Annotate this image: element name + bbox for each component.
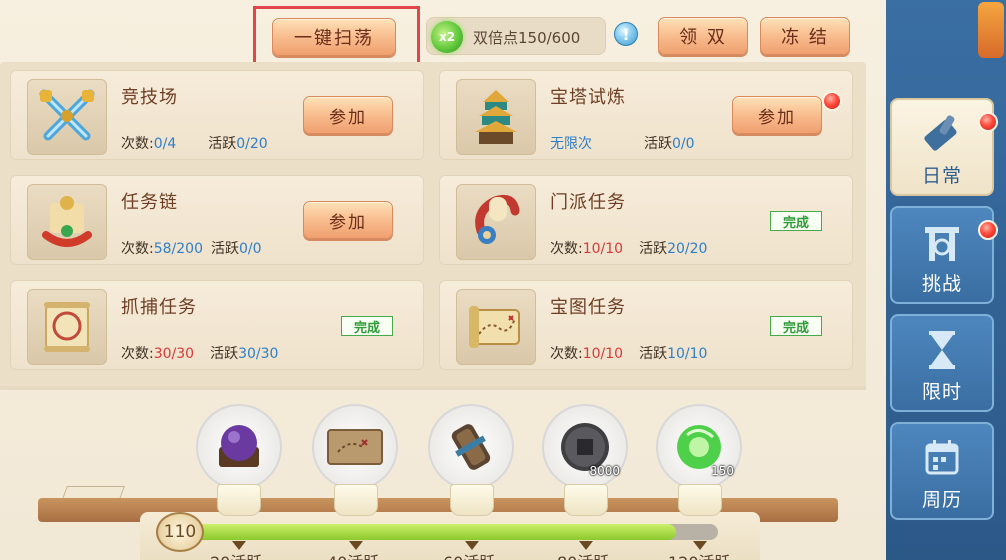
tab-challenge[interactable]: 挑战 [890,206,998,304]
milestone-label: 80活跃 [557,549,609,560]
reward-count: 8000 [589,464,620,478]
activity-count: 58/200 [153,241,203,257]
activity-card-arena: 竞技场 次数:0/4 活跃0/20 参加 [10,70,424,160]
tab-label: 日常 [921,165,962,187]
activity-title: 竞技场 [121,87,178,108]
join-button[interactable]: 参加 [303,96,393,134]
divider [0,386,866,390]
double-points-panel: x2 双倍点150/600 [426,17,606,55]
reward-chest-map[interactable] [312,404,398,490]
activity-progress-fill [194,524,677,540]
freeze-button[interactable]: 冻 结 [760,17,850,55]
purple-orb-box-icon [219,425,259,467]
reward-chest-jade[interactable]: 150 [656,404,742,490]
activity-card-treasure-map-quest: 宝图任务 次数:10/10 活跃10/10 完成 [439,280,853,370]
tab-limited-time[interactable]: 限时 [890,314,994,412]
activity-title: 门派任务 [550,192,626,213]
completed-badge: 完成 [770,316,822,336]
activity-count: 10/10 [582,346,624,362]
double-points-text: 双倍点150/600 [473,29,581,47]
activity-title: 宝图任务 [550,297,626,318]
wanted-scroll-icon [27,289,107,365]
crossed-swords-icon [27,79,107,155]
notification-dot [978,220,998,240]
reward-chest-purple-orb[interactable] [196,404,282,490]
reward-chest-bracer[interactable] [428,404,514,490]
reward-pedestal [678,484,722,516]
activity-panel: 一键扫荡 x2 双倍点150/600 ! 领 双 冻 结 竞技场 次数:0/4 活… [0,0,886,560]
activity-level-badge: 110 [156,512,204,552]
activity-count: 30/30 [153,346,195,362]
completed-badge: 完成 [341,316,393,336]
completed-badge: 完成 [770,211,822,231]
activity-card-sect-quest: 门派任务 次数:10/10 活跃20/20 完成 [439,175,853,265]
hourglass-icon [915,323,969,377]
milestone-label: 20活跃 [210,549,262,560]
treasure-map-icon [456,289,536,365]
activity-card-tower-trial: 宝塔试炼 无限次 活跃0/0 参加 [439,70,853,160]
activity-stats: 次数:58/200 活跃0/0 [121,241,262,257]
activity-stats: 次数:10/10 活跃20/20 [550,241,708,257]
activity-count: 无限次 [550,136,592,152]
activity-active: 10/10 [667,346,708,362]
activity-card-capture-quest: 抓捕任务 次数:30/30 活跃30/30 完成 [10,280,424,370]
rolled-scroll-icon [456,184,536,260]
activity-active: 0/20 [236,136,268,152]
notification-dot [822,91,842,111]
activity-active: 20/20 [667,241,708,257]
activity-active: 0/0 [238,241,262,257]
scroll-icon [27,184,107,260]
sidebar: 日常 挑战 限时 周历 [886,0,1006,560]
milestone-label: 120活跃 [668,549,731,560]
reward-pedestal [334,484,378,516]
activity-active: 30/30 [238,346,279,362]
tab-weekly-calendar[interactable]: 周历 [890,422,994,520]
tab-label: 限时 [921,381,962,403]
join-button[interactable]: 参加 [303,201,393,239]
calendar-icon [915,431,969,485]
activity-title: 宝塔试炼 [550,87,626,108]
activity-progress-bar [194,524,718,540]
notification-dot [978,112,998,132]
double-points-icon: x2 [431,21,463,53]
reward-chest-coins[interactable]: 8000 [542,404,628,490]
tab-daily[interactable]: 日常 [890,98,998,196]
activity-title: 抓捕任务 [121,297,197,318]
activity-stats: 次数:10/10 活跃10/10 [550,346,708,362]
reward-pedestal [564,484,608,516]
bracer-icon [451,424,491,470]
activity-stats: 次数:0/4 活跃0/20 [121,136,268,152]
tab-label: 周历 [921,489,962,511]
close-corner-icon[interactable] [978,2,1004,58]
gate-icon [915,215,969,269]
scroll-brush-icon [915,107,969,161]
reward-pedestal [450,484,494,516]
activity-stats: 无限次 活跃0/0 [550,136,695,152]
milestone-label: 40活跃 [327,549,379,560]
activity-count: 10/10 [582,241,624,257]
reward-count: 150 [711,464,734,478]
pagoda-icon [456,79,536,155]
activity-active: 0/0 [672,136,695,152]
milestone-label: 60活跃 [443,549,495,560]
activity-card-quest-chain: 任务链 次数:58/200 活跃0/0 参加 [10,175,424,265]
activity-count: 0/4 [153,136,177,152]
map-scroll-icon [327,429,383,465]
join-button[interactable]: 参加 [732,96,822,134]
tab-label: 挑战 [921,273,962,295]
claim-double-button[interactable]: 领 双 [658,17,748,55]
activity-title: 任务链 [121,192,178,213]
activity-stats: 次数:30/30 活跃30/30 [121,346,279,362]
reward-pedestal [217,484,261,516]
info-icon[interactable]: ! [614,22,638,46]
